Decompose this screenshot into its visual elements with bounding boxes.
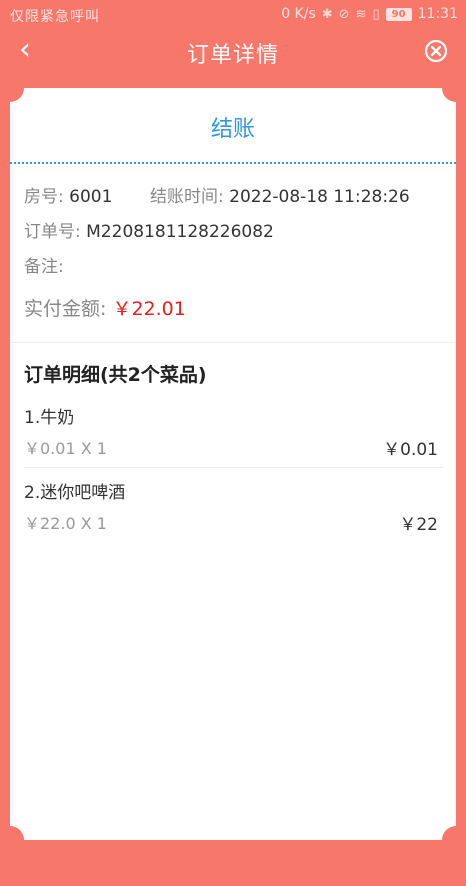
remark-row: 备注: [24, 252, 64, 277]
card-notch [10, 826, 24, 840]
checkout-time-row: 结账时间: 2022-08-18 11:28:26 [150, 182, 410, 207]
remark-label: 备注: [24, 257, 64, 277]
checkout-title: 结账 [210, 117, 255, 142]
item-name: 1.牛奶 [24, 408, 75, 428]
item-unit-price: ￥22.0 X 1 [24, 514, 107, 533]
section-divider [10, 342, 456, 343]
close-circle-icon [424, 39, 448, 63]
card-notch [10, 88, 24, 102]
paid-amount-label: 实付金额: [24, 298, 107, 320]
page-title: 订单详情 [186, 43, 279, 68]
mute-icon: ⊘ [338, 6, 350, 22]
card-notch [442, 826, 456, 840]
sim-icon: ▯ [372, 6, 380, 22]
order-details-title: 订单明细(共2个菜品) [24, 364, 207, 386]
clock: 11:31 [417, 6, 458, 22]
paid-amount-value: ￥22.01 [112, 298, 186, 320]
carrier-text: 仅限紧急呼叫 [10, 9, 100, 25]
checkout-time-value: 2022-08-18 11:28:26 [229, 187, 410, 207]
item-total: ￥22 [399, 515, 438, 535]
room-value: 6001 [69, 187, 113, 207]
order-number-row: 订单号: M2208181128226082 [24, 217, 274, 242]
room-row: 房号: 6001 [24, 182, 112, 207]
item-divider [24, 467, 444, 468]
status-indicators: 0 K/s ✱ ⊘ ≋ ▯ 90 11:31 [281, 6, 458, 22]
item-name: 2.迷你吧啤酒 [24, 483, 126, 503]
order-number-value: M2208181128226082 [86, 222, 274, 242]
app-header: ‹ 订单详情 [0, 30, 466, 74]
close-button[interactable] [424, 39, 448, 63]
item-total: ￥0.01 [383, 440, 438, 460]
checkout-time-label: 结账时间: [150, 187, 224, 207]
paid-amount-row: 实付金额: ￥22.01 [24, 294, 186, 321]
order-card: 结账 房号: 6001 结账时间: 2022-08-18 11:28:26 订单… [10, 88, 456, 840]
dotted-divider [10, 162, 456, 164]
room-label: 房号: [24, 187, 64, 207]
wifi-icon: ≋ [355, 6, 367, 22]
order-number-label: 订单号: [24, 222, 81, 242]
battery-icon: 90 [385, 7, 412, 21]
bluetooth-icon: ✱ [321, 6, 333, 22]
status-bar: 仅限紧急呼叫 0 K/s ✱ ⊘ ≋ ▯ 90 11:31 [0, 0, 466, 30]
item-unit-price: ￥0.01 X 1 [24, 439, 107, 458]
network-speed: 0 K/s [281, 6, 316, 22]
card-notch [442, 88, 456, 102]
